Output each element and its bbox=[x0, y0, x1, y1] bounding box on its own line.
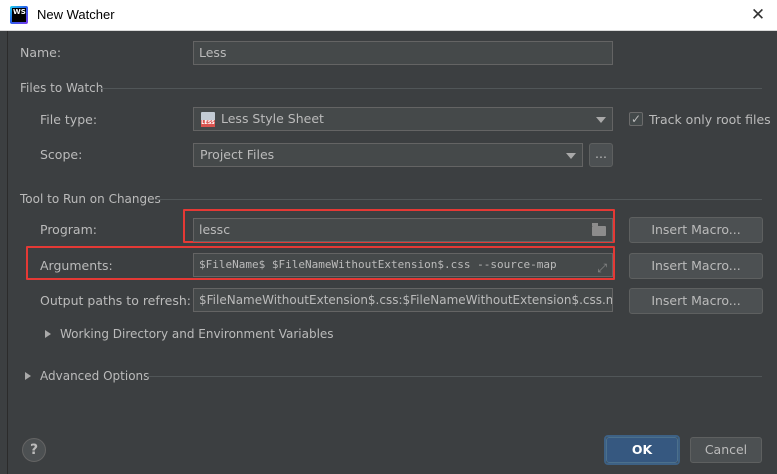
file-type-label: File type: bbox=[40, 112, 98, 127]
name-label: Name: bbox=[20, 45, 62, 60]
chevron-down-icon bbox=[566, 153, 576, 159]
program-input[interactable]: lessc bbox=[193, 218, 613, 242]
arguments-insert-macro-button[interactable]: Insert Macro... bbox=[629, 253, 763, 279]
scope-browse-button[interactable]: ... bbox=[589, 143, 613, 167]
track-only-root-label: Track only root files bbox=[649, 112, 771, 127]
cancel-button[interactable]: Cancel bbox=[690, 437, 762, 463]
help-icon: ? bbox=[29, 442, 39, 458]
expand-icon[interactable]: ⤢ bbox=[597, 257, 607, 276]
name-input[interactable]: Less bbox=[193, 41, 613, 65]
files-to-watch-separator bbox=[100, 88, 762, 89]
dialog-frame-edge bbox=[7, 31, 8, 474]
file-type-select[interactable]: LESS Less Style Sheet bbox=[193, 107, 613, 131]
arguments-label: Arguments: bbox=[40, 258, 113, 273]
folder-icon[interactable] bbox=[592, 223, 606, 236]
webstorm-app-icon: WS bbox=[10, 6, 28, 24]
window-title: New Watcher bbox=[37, 7, 115, 22]
expand-arrow-icon bbox=[45, 330, 51, 338]
track-only-root-checkbox[interactable]: ✓ bbox=[629, 112, 643, 126]
arguments-input[interactable]: $FileName$ $FileNameWithoutExtension$.cs… bbox=[193, 253, 613, 277]
advanced-options-expander[interactable]: Advanced Options bbox=[25, 369, 149, 383]
advanced-options-label: Advanced Options bbox=[40, 369, 150, 383]
output-paths-label: Output paths to refresh: bbox=[40, 293, 191, 308]
program-insert-macro-button[interactable]: Insert Macro... bbox=[629, 217, 763, 243]
title-bar: WS New Watcher ✕ bbox=[0, 0, 777, 31]
scope-select[interactable]: Project Files bbox=[193, 143, 583, 167]
help-button[interactable]: ? bbox=[22, 438, 46, 462]
scope-label: Scope: bbox=[40, 147, 83, 162]
app-icon-text: WS bbox=[12, 8, 26, 22]
check-icon: ✓ bbox=[630, 112, 642, 126]
ok-button[interactable]: OK bbox=[604, 435, 680, 465]
tool-to-run-heading: Tool to Run on Changes bbox=[20, 192, 161, 206]
close-button[interactable]: ✕ bbox=[745, 4, 771, 26]
scope-value: Project Files bbox=[200, 147, 275, 162]
close-icon: ✕ bbox=[750, 5, 766, 25]
file-type-value: Less Style Sheet bbox=[221, 111, 324, 126]
output-paths-input[interactable]: $FileNameWithoutExtension$.css:$FileName… bbox=[193, 288, 613, 312]
working-directory-label: Working Directory and Environment Variab… bbox=[60, 327, 334, 341]
expand-arrow-icon bbox=[25, 372, 31, 380]
tool-to-run-separator bbox=[155, 199, 762, 200]
less-file-icon: LESS bbox=[201, 112, 215, 127]
files-to-watch-heading: Files to Watch bbox=[20, 81, 104, 95]
program-value: lessc bbox=[199, 222, 231, 237]
arguments-value: $FileName$ $FileNameWithoutExtension$.cs… bbox=[199, 258, 557, 271]
chevron-down-icon bbox=[596, 117, 606, 123]
advanced-options-separator bbox=[147, 376, 762, 377]
output-paths-insert-macro-button[interactable]: Insert Macro... bbox=[629, 288, 763, 314]
working-directory-expander[interactable]: Working Directory and Environment Variab… bbox=[45, 327, 334, 341]
ok-focus-ring bbox=[604, 435, 680, 465]
program-label: Program: bbox=[40, 222, 97, 237]
